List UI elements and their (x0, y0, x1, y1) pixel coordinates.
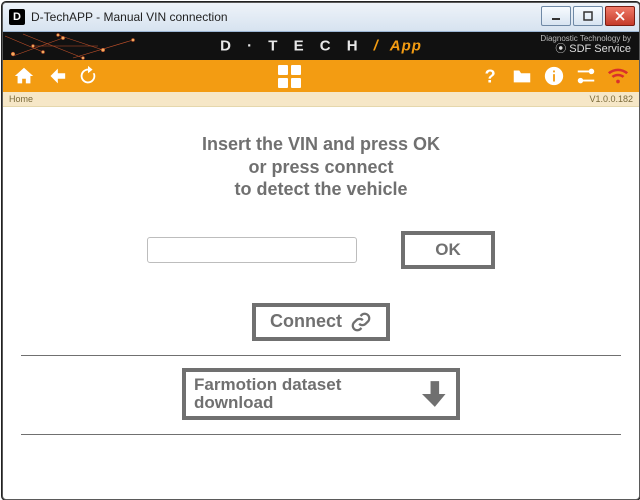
vin-row: OK (3, 231, 639, 269)
version-label: V1.0.0.182 (589, 94, 633, 104)
brand-tagline-block: Diagnostic Technology by ⦿ SDF Service (540, 34, 631, 54)
window-title: D-TechAPP - Manual VIN connection (31, 10, 228, 24)
breadcrumb-bar: Home V1.0.0.182 (3, 92, 639, 107)
apps-icon[interactable] (278, 65, 301, 88)
app-favicon: D (9, 9, 25, 25)
instruction-line-1: Insert the VIN and press OK (3, 133, 639, 156)
instruction-text: Insert the VIN and press OK or press con… (3, 133, 639, 201)
maximize-button[interactable] (573, 6, 603, 26)
settings-icon[interactable] (575, 65, 597, 87)
refresh-icon[interactable] (77, 65, 99, 87)
window-controls (541, 6, 635, 26)
breadcrumb[interactable]: Home (9, 94, 33, 104)
connect-button-label: Connect (270, 311, 342, 332)
download-arrow-icon (422, 379, 448, 409)
close-button[interactable] (605, 6, 635, 26)
brand-header: D · T E C H / App Diagnostic Technology … (3, 32, 639, 60)
instruction-line-3: to detect the vehicle (3, 178, 639, 201)
download-button[interactable]: Farmotion dataset download (182, 368, 460, 420)
brand-logo: D · T E C H / App (220, 38, 422, 55)
svg-text:?: ? (485, 65, 496, 86)
vin-input[interactable] (147, 237, 357, 263)
main-toolbar: ? (3, 60, 639, 92)
connect-button[interactable]: Connect (252, 303, 390, 341)
brand-company: ⦿ SDF Service (540, 44, 631, 54)
help-icon[interactable]: ? (479, 65, 501, 87)
download-button-label: Farmotion dataset download (194, 376, 422, 412)
brand-graphic (3, 32, 153, 60)
divider-1 (21, 355, 621, 356)
link-icon (350, 311, 372, 333)
instruction-line-2: or press connect (3, 156, 639, 179)
folder-icon[interactable] (511, 65, 533, 87)
divider-2 (21, 434, 621, 435)
brand-app-label: App (390, 38, 422, 55)
wifi-icon[interactable] (607, 65, 629, 87)
minimize-button[interactable] (541, 6, 571, 26)
home-icon[interactable] (13, 65, 35, 87)
brand-slash: / (374, 38, 378, 55)
main-content: Insert the VIN and press OK or press con… (3, 107, 639, 499)
app-window: D D-TechAPP - Manual VIN connection (2, 2, 640, 500)
brand-name: D · T E C H (220, 38, 364, 55)
info-icon[interactable] (543, 65, 565, 87)
back-icon[interactable] (45, 65, 67, 87)
window-titlebar: D D-TechAPP - Manual VIN connection (3, 3, 639, 32)
ok-button[interactable]: OK (401, 231, 495, 269)
